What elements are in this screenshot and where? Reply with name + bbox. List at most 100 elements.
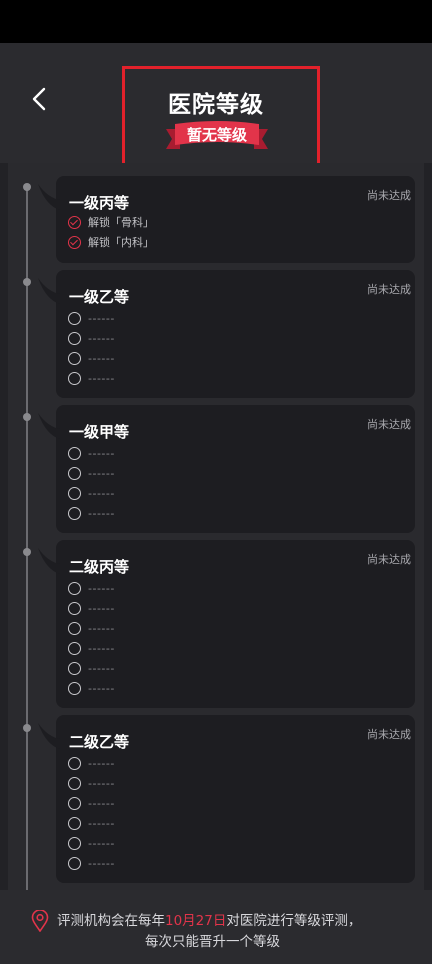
highlight-box	[122, 66, 320, 176]
requirement-text: ------	[88, 776, 115, 790]
requirement-text: ------	[88, 466, 115, 480]
check-circle-icon	[68, 215, 81, 229]
empty-circle-icon	[68, 331, 81, 345]
requirement-item: ------	[68, 370, 115, 386]
card-pointer-icon	[38, 184, 60, 210]
level-title: 一级丙等	[69, 194, 130, 212]
requirement-item: 解锁「内科」	[68, 234, 154, 250]
footer-line-2: 每次只能晋升一个等级	[145, 934, 280, 950]
requirement-text: ------	[88, 331, 115, 345]
requirement-item: ------	[68, 330, 115, 346]
timeline-dot	[23, 278, 31, 286]
empty-circle-icon	[68, 446, 81, 460]
requirement-text: ------	[88, 756, 115, 770]
empty-circle-icon	[68, 756, 81, 770]
level-title: 二级乙等	[69, 733, 130, 751]
requirement-item: ------	[68, 755, 115, 771]
requirement-text: ------	[88, 581, 115, 595]
empty-circle-icon	[68, 581, 81, 595]
requirement-item: ------	[68, 310, 115, 326]
empty-circle-icon	[68, 601, 81, 615]
level-card: 二级乙等 尚未达成 ------ ------ ------ ------ ------ --…	[38, 715, 415, 883]
timeline-dot	[23, 413, 31, 421]
footer-line-1: 评测机构会在每年10月27日对医院进行等级评测，	[57, 909, 361, 929]
level-status: 尚未达成	[367, 189, 411, 202]
empty-circle-icon	[68, 351, 81, 365]
requirement-text: ------	[88, 856, 115, 870]
requirement-item: ------	[68, 505, 115, 521]
check-circle-icon	[68, 235, 81, 249]
empty-circle-icon	[68, 681, 81, 695]
level-card: 一级乙等 尚未达成 ------ ------ ------ ------	[38, 270, 415, 398]
empty-circle-icon	[68, 641, 81, 655]
status-bar	[0, 0, 432, 43]
empty-circle-icon	[68, 816, 81, 830]
card-pointer-icon	[38, 278, 60, 304]
requirement-item: ------	[68, 660, 115, 676]
empty-circle-icon	[68, 621, 81, 635]
requirement-item: ------	[68, 445, 115, 461]
requirement-text: ------	[88, 641, 115, 655]
empty-circle-icon	[68, 371, 81, 385]
requirement-item: ------	[68, 580, 115, 596]
requirement-text: ------	[88, 371, 115, 385]
empty-circle-icon	[68, 776, 81, 790]
requirement-text: ------	[88, 351, 115, 365]
level-title: 一级乙等	[69, 288, 130, 306]
requirement-item: ------	[68, 775, 115, 791]
requirement-item: ------	[68, 485, 115, 501]
requirement-text: ------	[88, 506, 115, 520]
requirement-text: ------	[88, 486, 115, 500]
level-status: 尚未达成	[367, 283, 411, 296]
requirement-text: ------	[88, 796, 115, 810]
requirement-item: ------	[68, 815, 115, 831]
timeline-dot	[23, 724, 31, 732]
level-status: 尚未达成	[367, 728, 411, 741]
requirement-text: ------	[88, 311, 115, 325]
requirement-item: ------	[68, 620, 115, 636]
footer-text-post: 对医院进行等级评测，	[226, 913, 362, 929]
requirement-item: ------	[68, 680, 115, 696]
card-pointer-icon	[38, 548, 60, 574]
level-card: 二级丙等 尚未达成 ------ ------ ------ ------ ------ --…	[38, 540, 415, 708]
card-pointer-icon	[38, 413, 60, 439]
level-title: 二级丙等	[69, 558, 130, 576]
empty-circle-icon	[68, 506, 81, 520]
empty-circle-icon	[68, 856, 81, 870]
empty-circle-icon	[68, 486, 81, 500]
empty-circle-icon	[68, 311, 81, 325]
requirement-text: ------	[88, 621, 115, 635]
requirement-item: ------	[68, 465, 115, 481]
card-pointer-icon	[38, 723, 60, 749]
level-title: 一级甲等	[69, 423, 130, 441]
requirement-item: ------	[68, 795, 115, 811]
empty-circle-icon	[68, 661, 81, 675]
requirement-text: ------	[88, 601, 115, 615]
timeline-dot	[23, 548, 31, 556]
level-card: 一级甲等 尚未达成 ------ ------ ------ ------	[38, 405, 415, 533]
requirement-text: ------	[88, 816, 115, 830]
empty-circle-icon	[68, 466, 81, 480]
requirement-item: ------	[68, 640, 115, 656]
requirement-item: ------	[68, 835, 115, 851]
requirement-text: 解锁「骨科」	[88, 216, 154, 229]
requirement-text: ------	[88, 681, 115, 695]
footer-date: 10月27日	[165, 913, 227, 929]
level-status: 尚未达成	[367, 553, 411, 566]
requirement-item: ------	[68, 600, 115, 616]
timeline-line	[26, 186, 28, 890]
timeline-dot	[23, 183, 31, 191]
requirement-text: ------	[88, 836, 115, 850]
requirement-item: ------	[68, 855, 115, 871]
empty-circle-icon	[68, 836, 81, 850]
requirement-text: 解锁「内科」	[88, 236, 154, 249]
footer-text-pre: 评测机构会在每年	[57, 913, 165, 929]
location-pin-icon	[31, 910, 49, 932]
level-card: 一级丙等 尚未达成解锁「骨科」 解锁「内科」	[38, 176, 415, 263]
level-status: 尚未达成	[367, 418, 411, 431]
footer-note: 评测机构会在每年10月27日对医院进行等级评测， 每次只能晋升一个等级	[0, 890, 432, 964]
empty-circle-icon	[68, 796, 81, 810]
requirement-item: 解锁「骨科」	[68, 214, 154, 230]
requirement-text: ------	[88, 661, 115, 675]
requirement-text: ------	[88, 446, 115, 460]
